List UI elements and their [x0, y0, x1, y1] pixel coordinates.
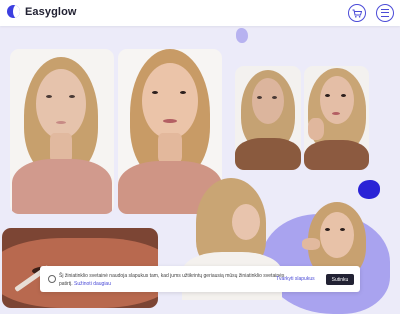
cart-button[interactable]	[348, 4, 366, 22]
brand-name: Easyglow	[25, 5, 77, 18]
cookie-learn-more-link[interactable]: Sužinoti daugiau	[74, 281, 111, 287]
model-photo	[304, 66, 369, 170]
model-photo	[235, 66, 301, 170]
easyglow-logo-icon	[7, 5, 20, 18]
site-header: Easyglow	[0, 0, 400, 26]
cookie-message: Šį žiniatinklio svetainė naudoja slapuku…	[59, 272, 289, 288]
decorative-blob-dark	[358, 180, 380, 199]
cart-icon	[352, 9, 362, 18]
cookie-banner: Šį žiniatinklio svetainė naudoja slapuku…	[40, 266, 360, 292]
cookie-info-icon	[48, 275, 56, 283]
before-photo-small-card	[235, 66, 301, 170]
cookie-accept-button[interactable]: Sutinku	[326, 274, 354, 285]
brand-logo[interactable]: Easyglow	[7, 5, 77, 18]
model-photo	[10, 49, 114, 214]
menu-button[interactable]	[376, 4, 394, 22]
before-photo-card	[10, 49, 114, 214]
cookie-settings-link[interactable]: Tvarkyti slapukus	[276, 276, 315, 282]
hamburger-menu-icon	[381, 9, 389, 17]
decorative-blob-light	[236, 28, 248, 43]
after-photo-small-card	[304, 66, 369, 170]
